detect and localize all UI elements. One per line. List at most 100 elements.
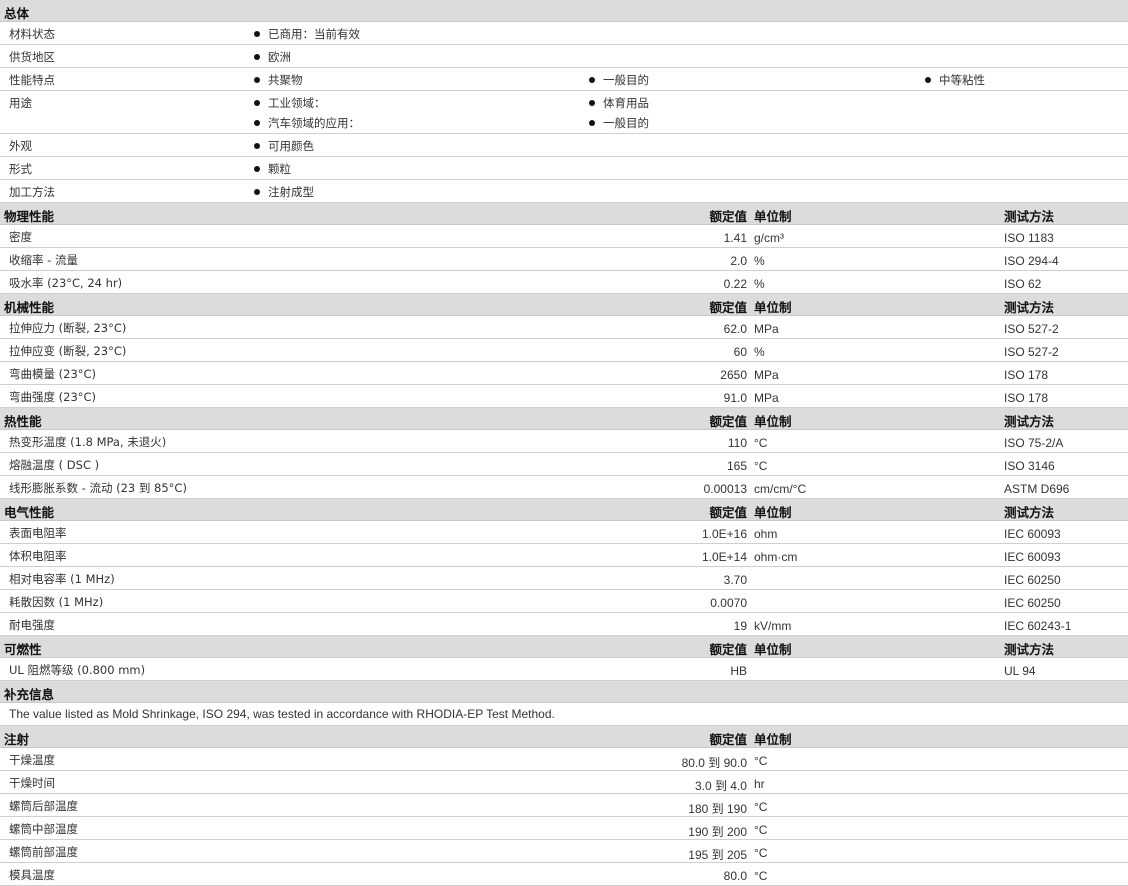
unit-value: cm/cm/°C	[754, 482, 807, 496]
property-row: 干燥温度 80.0 到 90.0 °C	[0, 748, 1128, 771]
property-row: 体积电阻率 1.0E+14 ohm·cm IEC 60093	[0, 544, 1128, 567]
property-row: 熔融温度 ( DSC ) 165 °C ISO 3146	[0, 453, 1128, 476]
property-label: 外观	[9, 139, 32, 153]
bullet-item: 共聚物	[254, 72, 303, 88]
property-row: 螺筒前部温度 195 到 205 °C	[0, 840, 1128, 863]
property-label: 线形膨胀系数 - 流动 (23 到 85°C)	[9, 481, 187, 495]
supplement-note: The value listed as Mold Shrinkage, ISO …	[9, 707, 555, 721]
unit-value: ohm	[754, 527, 778, 541]
bullet-item: 中等粘性	[925, 72, 985, 88]
col-head-test: 测试方法	[1004, 209, 1055, 224]
col-head-nominal: 额定值	[709, 300, 747, 315]
property-row: 相对电容率 (1 MHz) 3.70 IEC 60250	[0, 567, 1128, 590]
property-label: 螺筒中部温度	[9, 822, 78, 836]
property-label: 模具温度	[9, 868, 55, 882]
nominal-value: 60	[733, 345, 747, 359]
nominal-value: 1.0E+14	[701, 550, 747, 564]
bullet-icon	[254, 142, 260, 149]
section-header-thermal: 热性能 额定值 单位制 测试方法	[0, 408, 1128, 430]
nominal-value: 3.0 到 4.0	[694, 779, 747, 793]
col-head-unit: 单位制	[754, 300, 792, 315]
col-head-unit: 单位制	[754, 505, 792, 520]
unit-value: °C	[754, 800, 768, 814]
bullet-icon	[925, 76, 931, 83]
bullet-item: 可用颜色	[254, 138, 314, 154]
section-title: 机械性能	[4, 300, 55, 315]
property-label: 螺筒后部温度	[9, 799, 78, 813]
section-header-electrical: 电气性能 额定值 单位制 测试方法	[0, 499, 1128, 521]
property-label: 熔融温度 ( DSC )	[9, 458, 100, 472]
section-title: 电气性能	[4, 505, 55, 520]
bullet-icon	[254, 76, 260, 83]
bullet-icon	[589, 99, 595, 106]
property-row: 模具温度 80.0 °C	[0, 863, 1128, 886]
nominal-value: 80.0 到 90.0	[681, 756, 747, 770]
section-title: 可燃性	[4, 642, 42, 657]
section-title: 补充信息	[4, 687, 55, 702]
property-label: 性能特点	[9, 73, 55, 87]
property-label: 干燥时间	[9, 776, 55, 790]
col-head-unit: 单位制	[754, 732, 792, 747]
general-row: 用途 工业领域： 体育用品 汽车领域的应用： 一般目的	[0, 91, 1128, 134]
nominal-value: 3.70	[723, 573, 747, 587]
test-method: ISO 3146	[1004, 459, 1055, 473]
property-row: 吸水率 (23°C, 24 hr) 0.22 % ISO 62	[0, 271, 1128, 294]
test-method: IEC 60093	[1004, 527, 1061, 541]
general-row: 性能特点 共聚物 一般目的 中等粘性	[0, 68, 1128, 91]
section-title: 总体	[4, 6, 30, 21]
unit-value: °C	[754, 436, 768, 450]
test-method: IEC 60250	[1004, 573, 1061, 587]
test-method: IEC 60243-1	[1004, 619, 1072, 633]
nominal-value: 0.22	[723, 277, 747, 291]
property-row: 收缩率 - 流量 2.0 % ISO 294-4	[0, 248, 1128, 271]
nominal-value: 2650	[720, 368, 747, 382]
datasheet: 总体 材料状态 已商用：当前有效 供货地区 欧洲 性能特点 共聚物 一般目的 中…	[0, 0, 1128, 886]
unit-value: °C	[754, 823, 768, 837]
property-row: 弯曲强度 (23°C) 91.0 MPa ISO 178	[0, 385, 1128, 408]
section-header-physical: 物理性能 额定值 单位制 测试方法	[0, 203, 1128, 225]
property-row: 耗散因数 (1 MHz) 0.0070 IEC 60250	[0, 590, 1128, 613]
property-row: 线形膨胀系数 - 流动 (23 到 85°C) 0.00013 cm/cm/°C…	[0, 476, 1128, 499]
property-label: 弯曲模量 (23°C)	[9, 367, 97, 381]
property-row: 干燥时间 3.0 到 4.0 hr	[0, 771, 1128, 794]
unit-value: %	[754, 254, 765, 268]
property-label: 拉伸应变 (断裂, 23°C)	[9, 344, 127, 358]
col-head-test: 测试方法	[1004, 414, 1055, 429]
unit-value: ohm·cm	[754, 550, 798, 564]
col-head-unit: 单位制	[754, 642, 792, 657]
general-row: 形式 颗粒	[0, 157, 1128, 180]
col-head-nominal: 额定值	[709, 642, 747, 657]
col-head-test: 测试方法	[1004, 505, 1055, 520]
test-method: ISO 527-2	[1004, 322, 1059, 336]
unit-value: °C	[754, 754, 768, 768]
nominal-value: 0.0070	[710, 596, 747, 610]
general-row: 外观 可用颜色	[0, 134, 1128, 157]
col-head-nominal: 额定值	[709, 209, 747, 224]
bullet-item: 体育用品	[589, 95, 649, 111]
property-label: 形式	[9, 162, 32, 176]
property-label: 体积电阻率	[9, 549, 67, 563]
property-label: 拉伸应力 (断裂, 23°C)	[9, 321, 127, 335]
section-title: 热性能	[4, 414, 42, 429]
property-row: 密度 1.41 g/cm³ ISO 1183	[0, 225, 1128, 248]
property-label: 收缩率 - 流量	[9, 253, 78, 267]
property-label: 吸水率 (23°C, 24 hr)	[9, 276, 123, 290]
bullet-icon	[589, 76, 595, 83]
section-title: 注射	[4, 732, 30, 747]
section-header-supplement: 补充信息	[0, 681, 1128, 703]
unit-value: °C	[754, 459, 768, 473]
property-label: 密度	[9, 230, 32, 244]
property-row: 表面电阻率 1.0E+16 ohm IEC 60093	[0, 521, 1128, 544]
test-method: ISO 62	[1004, 277, 1042, 291]
property-label: UL 阻燃等级 (0.800 mm)	[9, 663, 146, 677]
test-method: ISO 178	[1004, 391, 1049, 405]
section-header-injection: 注射 额定值 单位制	[0, 726, 1128, 748]
bullet-item: 工业领域：	[254, 95, 326, 111]
nominal-value: 80.0	[723, 869, 747, 883]
property-label: 表面电阻率	[9, 526, 67, 540]
property-row: 拉伸应力 (断裂, 23°C) 62.0 MPa ISO 527-2	[0, 316, 1128, 339]
nominal-value: 0.00013	[703, 482, 747, 496]
unit-value: g/cm³	[754, 231, 784, 245]
general-row: 供货地区 欧洲	[0, 45, 1128, 68]
col-head-nominal: 额定值	[709, 505, 747, 520]
